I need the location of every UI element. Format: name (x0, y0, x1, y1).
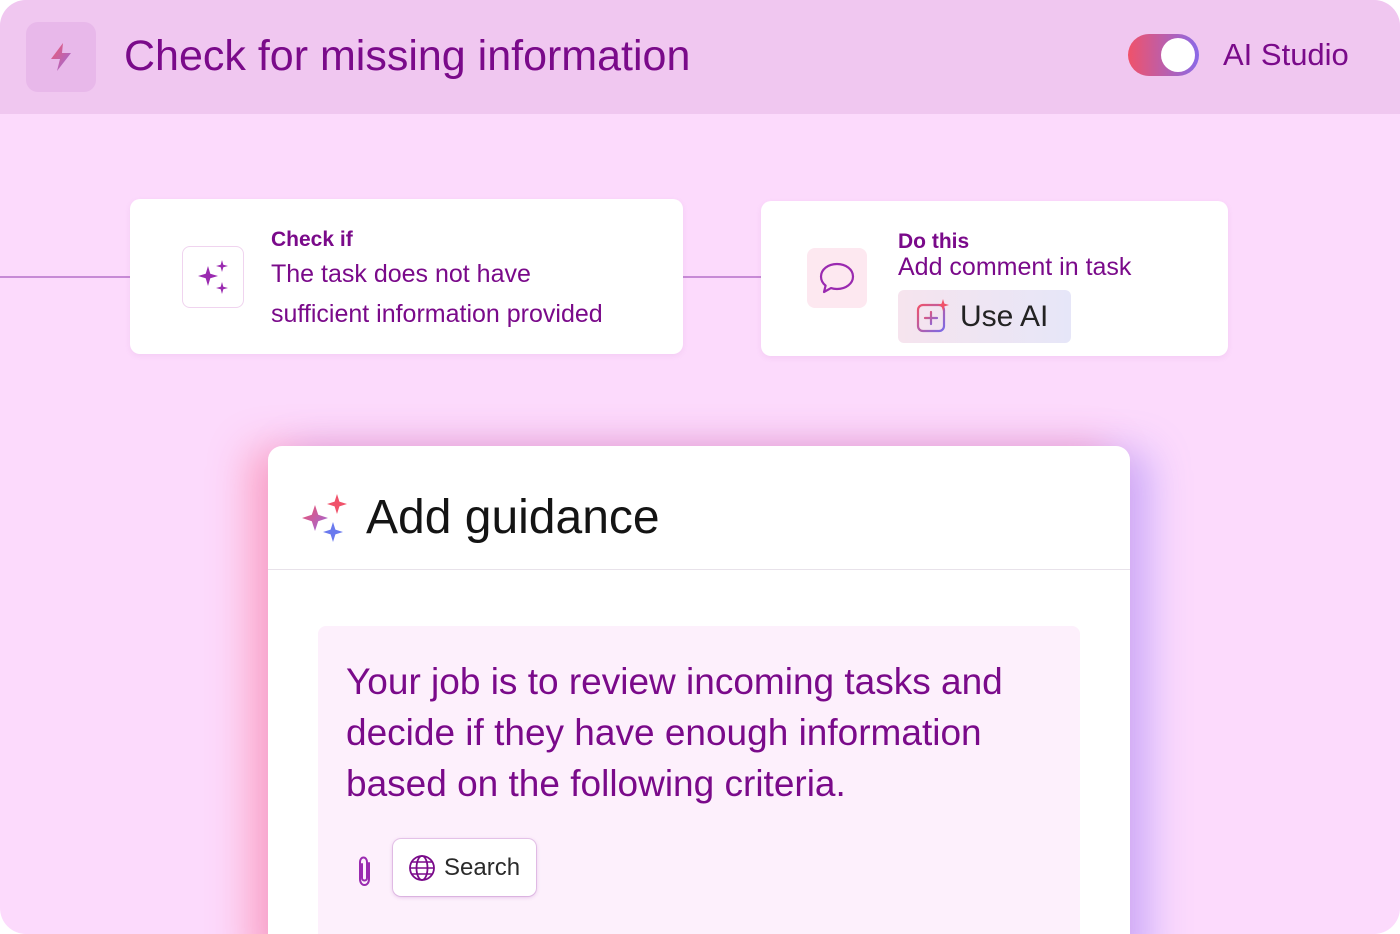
guidance-prompt-text: Your job is to review incoming tasks and… (346, 661, 1003, 804)
use-ai-label: Use AI (960, 300, 1049, 333)
app-frame: Check for missing information AI Studio … (0, 0, 1400, 934)
globe-icon (408, 854, 436, 882)
panel-divider (268, 569, 1130, 570)
guidance-panel: Add guidance Your job is to review incom… (268, 446, 1130, 934)
guidance-title: Add guidance (366, 491, 660, 544)
search-label: Search (444, 854, 521, 881)
lightning-bolt-icon (26, 22, 96, 92)
page-title: Check for missing information (124, 32, 691, 80)
action-heading: Do this (898, 230, 970, 253)
condition-heading: Check if (271, 228, 353, 251)
search-button[interactable]: Search (393, 839, 536, 896)
speech-bubble-icon (807, 248, 867, 308)
action-text: Add comment in task (898, 253, 1132, 281)
action-card[interactable]: Do this Add comment in task Use AI (761, 201, 1228, 356)
ai-studio-toggle[interactable] (1128, 34, 1199, 76)
sparkles-icon (302, 494, 348, 542)
use-ai-button[interactable]: Use AI (898, 290, 1071, 343)
ai-studio-label: AI Studio (1223, 37, 1349, 72)
flow-connector-left (0, 276, 130, 278)
header-bar: Check for missing information AI Studio (0, 0, 1400, 114)
guidance-prompt-field[interactable]: Your job is to review incoming tasks and… (318, 626, 1080, 934)
condition-card[interactable]: Check if The task does not have sufficie… (130, 199, 683, 354)
ai-plus-icon (916, 299, 950, 333)
condition-line-2: sufficient information provided (271, 300, 603, 328)
condition-line-1: The task does not have (271, 260, 531, 288)
sparkles-icon (182, 246, 244, 308)
paperclip-icon[interactable] (352, 854, 378, 890)
flow-connector-middle (683, 276, 761, 278)
toggle-knob (1161, 38, 1195, 72)
